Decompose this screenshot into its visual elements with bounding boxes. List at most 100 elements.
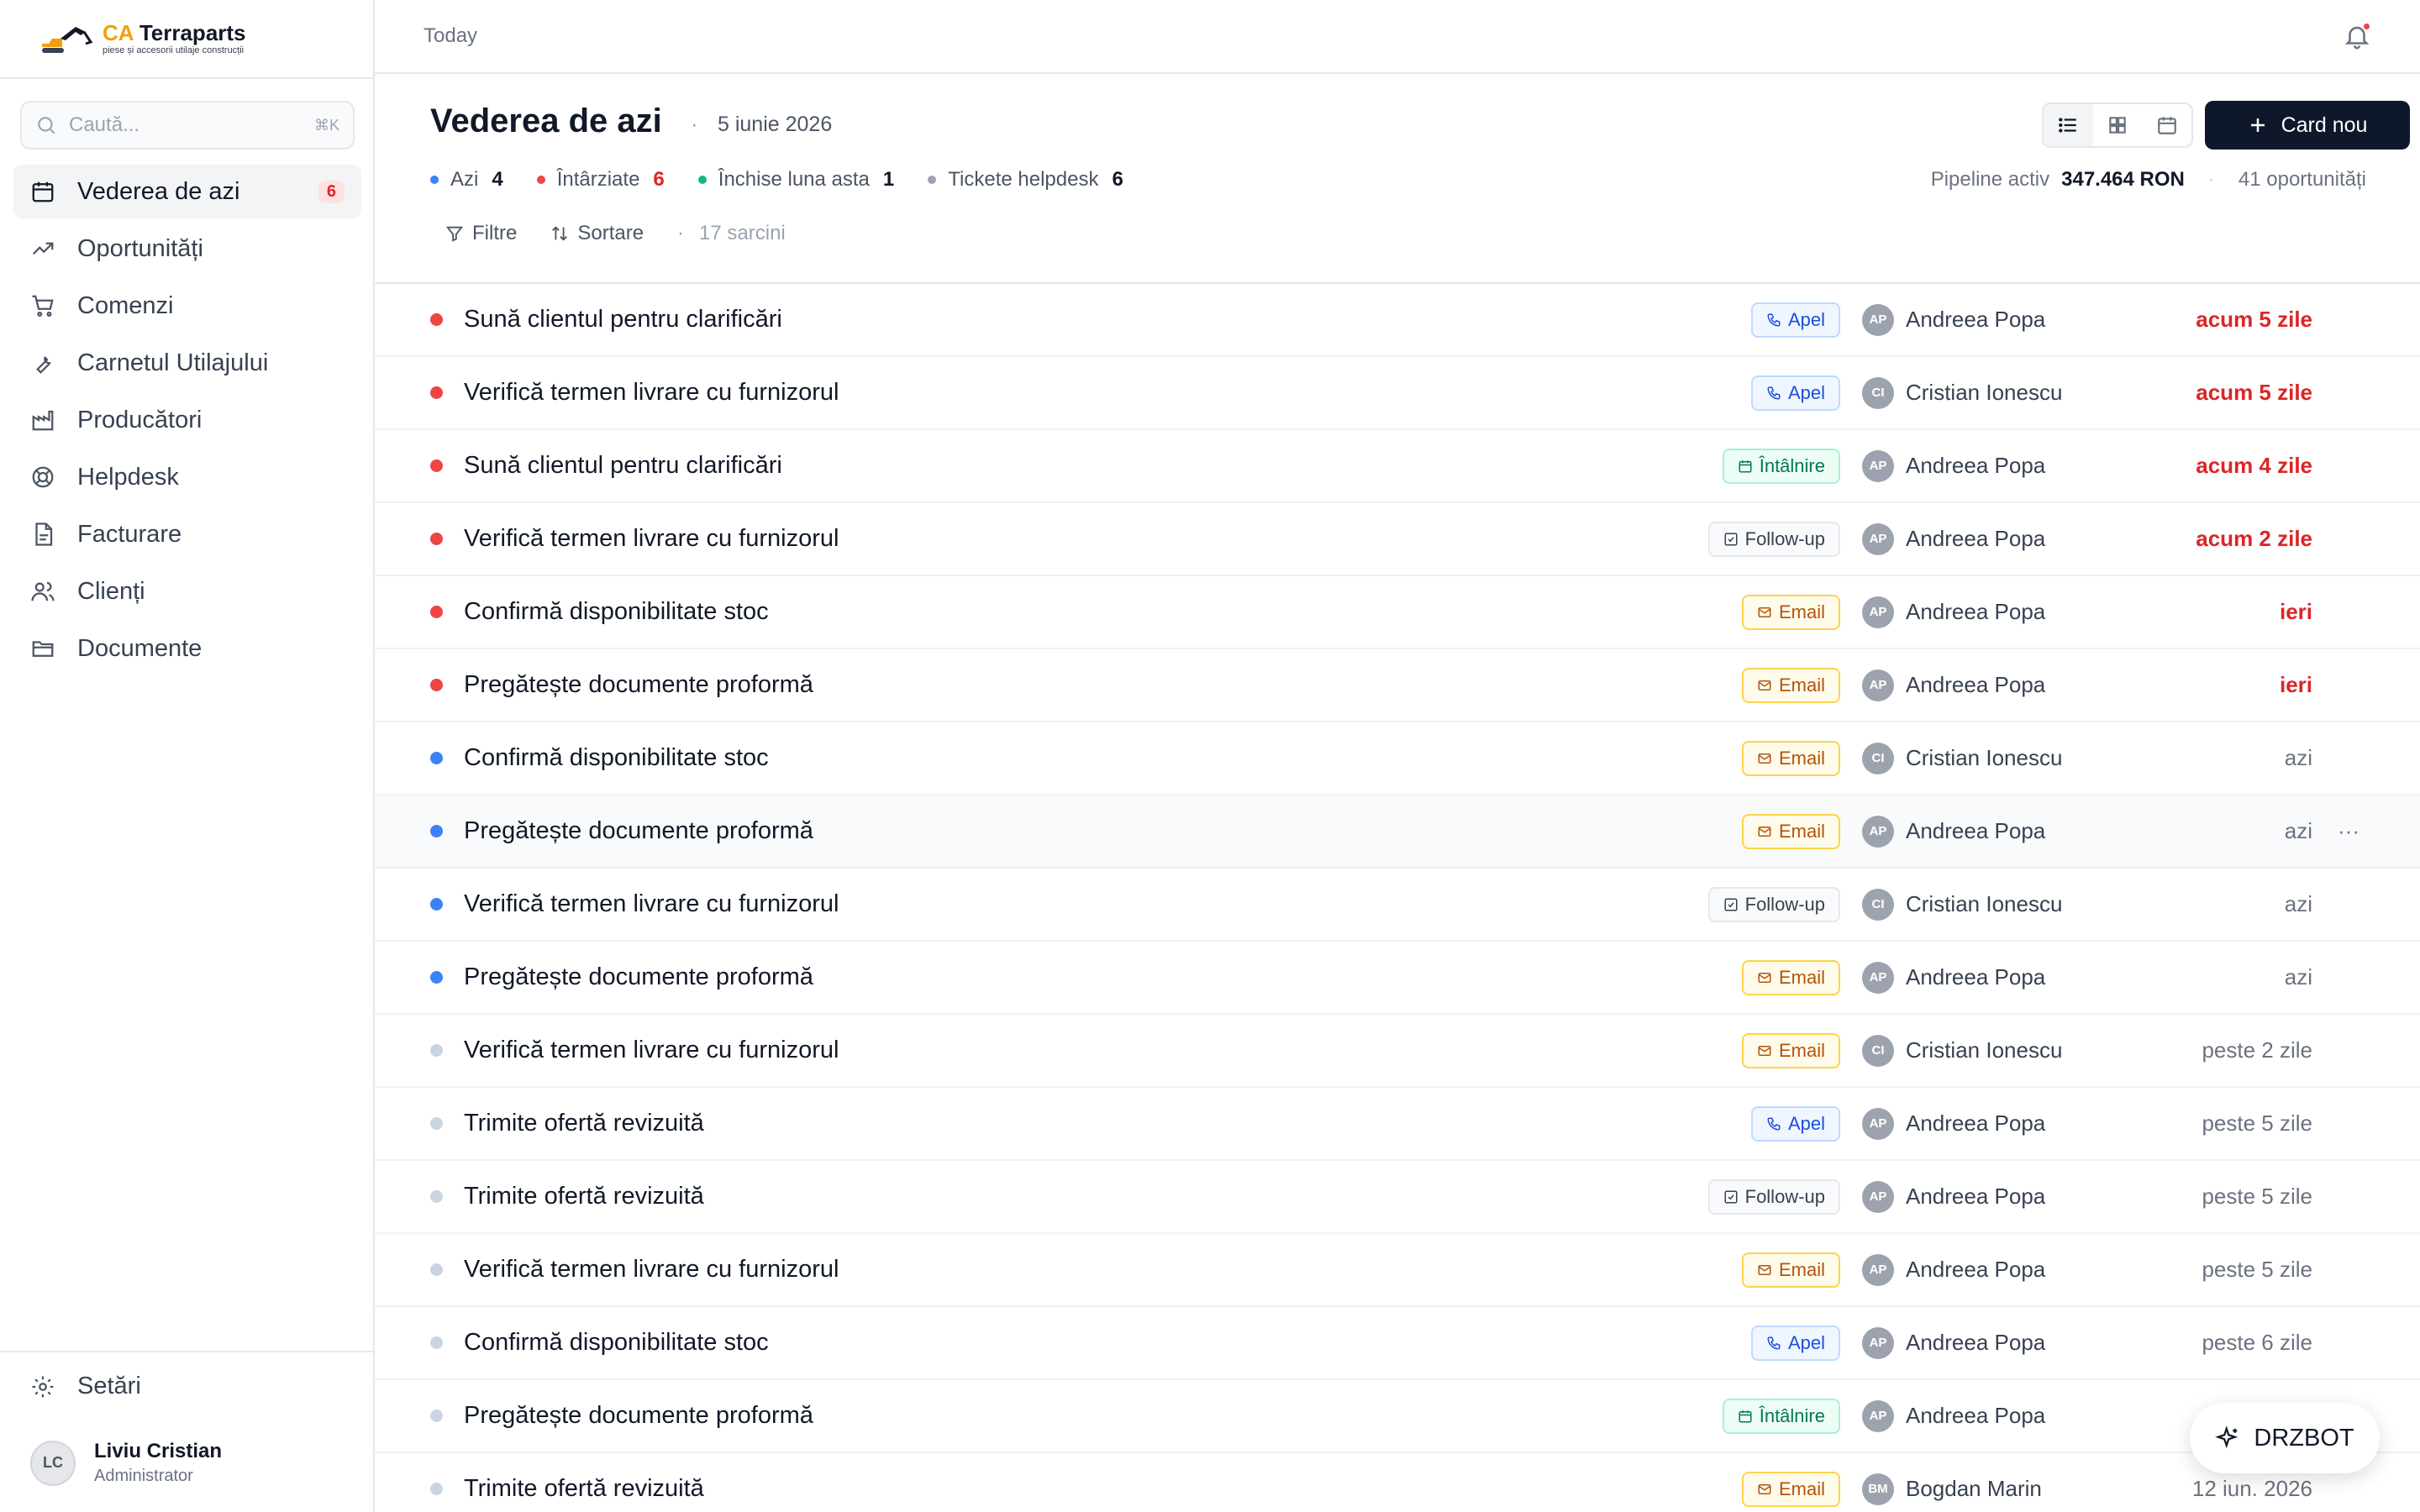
avatar: CI	[1862, 1034, 1894, 1067]
new-card-button[interactable]: Card nou	[2205, 101, 2410, 150]
assignee[interactable]: AP Andreea Popa	[1862, 815, 2045, 848]
sidebar-item-7[interactable]: Clienți	[13, 564, 361, 618]
sidebar-item-8[interactable]: Documente	[13, 622, 361, 675]
task-row[interactable]: Verifică termen livrare cu furnizorul Ape…	[375, 357, 2420, 430]
sidebar-item-5[interactable]: Helpdesk	[13, 450, 361, 504]
task-title[interactable]: Trimite ofertă revizuită	[464, 1183, 704, 1210]
task-title[interactable]: Confirmă disponibilitate stoc	[464, 744, 769, 772]
task-title[interactable]: Verifică termen livrare cu furnizorul	[464, 525, 839, 553]
assignee[interactable]: CI Cristian Ionescu	[1862, 888, 2063, 921]
grid-view-button[interactable]	[2093, 104, 2143, 146]
notification-dot	[2362, 22, 2371, 31]
assignee-name: Andreea Popa	[1906, 1403, 2046, 1428]
assignee[interactable]: AP Andreea Popa	[1862, 1399, 2046, 1432]
cart-icon	[30, 293, 55, 318]
task-row[interactable]: Verifică termen livrare cu furnizorul Ema…	[375, 1234, 2420, 1307]
sort-button[interactable]: Sortare	[550, 222, 644, 245]
task-title[interactable]: Pregătește documente proformă	[464, 817, 813, 845]
task-row[interactable]: Sună clientul pentru clarificări Apel AP An…	[375, 284, 2420, 357]
mail-icon	[1758, 1264, 1771, 1275]
stat-item[interactable]: Întârziate 6	[536, 168, 665, 192]
assignee[interactable]: AP Andreea Popa	[1862, 303, 2045, 336]
task-row[interactable]: Pregătește documente proformă Email AP Andr…	[375, 649, 2420, 722]
settings-link[interactable]: Setări	[30, 1373, 141, 1400]
task-title[interactable]: Pregătește documente proformă	[464, 963, 813, 991]
task-row[interactable]: Confirmă disponibilitate stoc Apel AP Andre…	[375, 1307, 2420, 1380]
calendar-view-button[interactable]	[2142, 104, 2191, 146]
status-dot	[430, 386, 443, 399]
search-shortcut: ⌘K	[313, 116, 339, 134]
task-row[interactable]: Confirmă disponibilitate stoc Email CI Cris…	[375, 722, 2420, 795]
assignee[interactable]: AP Andreea Popa	[1862, 1107, 2046, 1140]
assignee[interactable]: AP Andreea Popa	[1862, 1180, 2045, 1213]
assignee-name: Andreea Popa	[1906, 1110, 2046, 1136]
mail-icon	[1758, 826, 1771, 837]
list-icon	[2059, 118, 2077, 133]
phone-icon	[1767, 386, 1781, 400]
task-row[interactable]: Trimite ofertă revizuită Email BM Bogdan Ma…	[375, 1453, 2420, 1512]
status-dot	[430, 898, 443, 911]
task-title[interactable]: Sună clientul pentru clarificări	[464, 452, 782, 480]
search-input[interactable]: Caută... ⌘K	[20, 101, 355, 150]
assignee[interactable]: CI Cristian Ionescu	[1862, 376, 2062, 409]
task-title[interactable]: Verifică termen livrare cu furnizorul	[464, 1037, 839, 1064]
filters-button[interactable]: Filtre	[445, 222, 517, 245]
stat-item[interactable]: Azi 4	[430, 168, 503, 192]
assignee[interactable]: AP Andreea Popa	[1862, 596, 2045, 628]
task-title[interactable]: Verifică termen livrare cu furnizorul	[464, 1256, 839, 1284]
assignee[interactable]: AP Andreea Popa	[1862, 449, 2045, 482]
notifications-button[interactable]	[2343, 22, 2371, 50]
sidebar-item-3[interactable]: Carnetul Utilajului	[13, 336, 361, 390]
assignee-name: Bogdan Marin	[1906, 1476, 2042, 1501]
task-row[interactable]: Pregătește documente proformă Email AP Andr…	[375, 942, 2420, 1015]
task-title[interactable]: Confirmă disponibilitate stoc	[464, 598, 769, 626]
task-row[interactable]: Verifică termen livrare cu furnizorul Fol…	[375, 869, 2420, 942]
task-type-label: Apel	[1787, 1331, 1825, 1353]
assignee-name: Cristian Ionescu	[1906, 891, 2063, 916]
assignee[interactable]: BM Bogdan Marin	[1862, 1473, 2042, 1505]
task-title[interactable]: Sună clientul pentru clarificări	[464, 306, 782, 333]
sidebar-item-4[interactable]: Producători	[13, 393, 361, 447]
assignee[interactable]: AP Andreea Popa	[1862, 522, 2045, 555]
task-type-label: Întâlnire	[1759, 1404, 1825, 1426]
task-title[interactable]: Pregătește documente proformă	[464, 1402, 813, 1430]
assignee[interactable]: CI Cristian Ionescu	[1862, 742, 2062, 774]
sidebar-item-2[interactable]: Comenzi	[13, 279, 361, 333]
task-type-badge: Email	[1741, 1471, 1840, 1507]
task-row[interactable]: Sună clientul pentru clarificări Întâlnir…	[375, 430, 2420, 503]
drzbot-assistant-button[interactable]: DRZBOT	[2190, 1403, 2380, 1473]
logo[interactable]: CA Terraparts piese și accesorii utilaje…	[37, 22, 246, 55]
sidebar-item-6[interactable]: Facturare	[13, 507, 361, 561]
sidebar-item-label: Vederea de azi	[77, 177, 240, 205]
stat-dot	[430, 176, 439, 184]
stat-item[interactable]: Tickete helpdesk 6	[928, 168, 1123, 192]
user-profile[interactable]: LC Liviu Cristian Administrator	[30, 1440, 222, 1486]
new-card-label: Card nou	[2281, 113, 2368, 137]
task-type-label: Apel	[1787, 308, 1825, 330]
sidebar-item-label: Oportunități	[77, 234, 203, 262]
assignee[interactable]: AP Andreea Popa	[1862, 1326, 2045, 1359]
task-title[interactable]: Trimite ofertă revizuită	[464, 1475, 704, 1503]
task-row[interactable]: Confirmă disponibilitate stoc Email AP Andr…	[375, 576, 2420, 649]
sidebar-item-0[interactable]: Vederea de azi 6	[13, 165, 361, 218]
stat-item[interactable]: Închise luna asta 1	[697, 168, 894, 192]
task-title[interactable]: Verifică termen livrare cu furnizorul	[464, 890, 839, 918]
assignee[interactable]: AP Andreea Popa	[1862, 1253, 2045, 1286]
check-square-icon	[1724, 533, 1738, 545]
row-more-button[interactable]: ···	[2338, 818, 2360, 844]
task-row[interactable]: Verifică termen livrare cu furnizorul Fol…	[375, 503, 2420, 576]
task-row[interactable]: Verifică termen livrare cu furnizorul Ema…	[375, 1015, 2420, 1088]
task-row[interactable]: Trimite ofertă revizuită Follow-up AP Andre…	[375, 1161, 2420, 1234]
task-title[interactable]: Verifică termen livrare cu furnizorul	[464, 379, 839, 407]
assignee[interactable]: AP Andreea Popa	[1862, 669, 2045, 701]
task-row[interactable]: Pregătește documente proformă Email AP Andr…	[375, 795, 2420, 869]
task-title[interactable]: Pregătește documente proformă	[464, 671, 813, 699]
task-title[interactable]: Trimite ofertă revizuită	[464, 1110, 704, 1137]
task-row[interactable]: Pregătește documente proformă Întâlnire AP…	[375, 1380, 2420, 1453]
assignee[interactable]: AP Andreea Popa	[1862, 961, 2045, 994]
sidebar-item-1[interactable]: Oportunități	[13, 222, 361, 276]
assignee[interactable]: CI Cristian Ionescu	[1862, 1034, 2062, 1067]
task-title[interactable]: Confirmă disponibilitate stoc	[464, 1329, 769, 1357]
list-view-button[interactable]	[2044, 104, 2093, 146]
task-row[interactable]: Trimite ofertă revizuită Apel AP Andreea Po…	[375, 1088, 2420, 1161]
